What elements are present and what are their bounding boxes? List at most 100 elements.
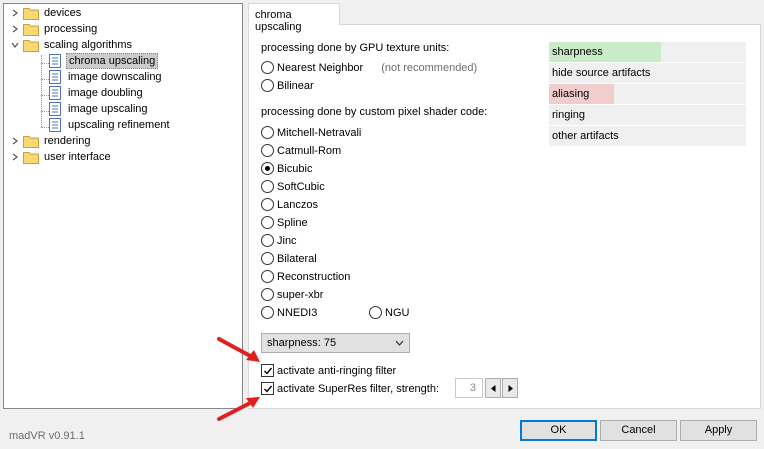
settings-panel: processing done by GPU texture units: Ne… bbox=[248, 24, 761, 409]
radio-indicator[interactable] bbox=[261, 180, 274, 193]
tree-item-label: image downscaling bbox=[68, 71, 162, 83]
radio-softcubic[interactable]: SoftCubic bbox=[261, 180, 325, 193]
tree-connector bbox=[41, 55, 42, 127]
arrow-left-icon bbox=[490, 384, 495, 392]
anti-ringing-checkbox[interactable]: activate anti-ringing filter bbox=[261, 364, 396, 377]
radio-indicator[interactable] bbox=[261, 252, 274, 265]
radio-indicator-selected[interactable] bbox=[261, 162, 274, 175]
radio-bilinear[interactable]: Bilinear bbox=[261, 79, 314, 92]
chevron-down-icon[interactable] bbox=[10, 40, 20, 50]
radio-indicator[interactable] bbox=[261, 270, 274, 283]
radio-label: NNEDI3 bbox=[277, 306, 318, 319]
checkbox-box[interactable] bbox=[261, 364, 274, 377]
strength-decrease-button[interactable] bbox=[485, 378, 501, 398]
radio-catmull-rom[interactable]: Catmull-Rom bbox=[261, 144, 341, 157]
radio-ngu[interactable]: NGU bbox=[369, 306, 409, 319]
folder-icon bbox=[23, 151, 39, 164]
radio-mitchell-netravali[interactable]: Mitchell-Netravali bbox=[261, 126, 361, 139]
radio-indicator[interactable] bbox=[261, 79, 274, 92]
radio-label: super-xbr bbox=[277, 288, 324, 301]
radio-label: Nearest Neighbor bbox=[277, 61, 364, 74]
superres-strength-field[interactable]: 3 bbox=[455, 378, 483, 398]
tab-label: chroma upscaling bbox=[255, 9, 302, 33]
tree-item-image-doubling[interactable]: image doubling bbox=[49, 85, 145, 101]
radio-nearest-neighbor[interactable]: Nearest Neighbor (not recommended) bbox=[261, 61, 477, 74]
radio-bilateral[interactable]: Bilateral bbox=[261, 252, 317, 265]
tree-item-upscaling-refinement[interactable]: upscaling refinement bbox=[49, 117, 172, 133]
folder-open-icon bbox=[23, 39, 39, 52]
sharpness-dropdown[interactable]: sharpness: 75 bbox=[261, 333, 410, 353]
version-label: madVR v0.91.1 bbox=[9, 430, 85, 442]
shader-section-heading: processing done by custom pixel shader c… bbox=[261, 106, 488, 118]
quality-bar-sharpness: sharpness bbox=[549, 42, 746, 63]
settings-page-icon bbox=[49, 70, 61, 84]
radio-reconstruction[interactable]: Reconstruction bbox=[261, 270, 350, 283]
radio-label: Bilinear bbox=[277, 79, 314, 92]
radio-spline[interactable]: Spline bbox=[261, 216, 308, 229]
chevron-right-icon[interactable] bbox=[10, 152, 20, 162]
not-recommended-note: (not recommended) bbox=[381, 61, 478, 74]
tree-item-scaling-algorithms[interactable]: scaling algorithms bbox=[10, 37, 134, 53]
tree-item-image-upscaling[interactable]: image upscaling bbox=[49, 101, 150, 117]
tree-item-image-downscaling[interactable]: image downscaling bbox=[49, 69, 164, 85]
tree-item-label: upscaling refinement bbox=[68, 119, 170, 131]
tab-chroma-upscaling[interactable]: chroma upscaling bbox=[248, 3, 340, 33]
radio-bicubic[interactable]: Bicubic bbox=[261, 162, 312, 175]
settings-page-icon bbox=[49, 102, 61, 116]
radio-label: NGU bbox=[385, 306, 410, 319]
settings-page-icon bbox=[49, 54, 61, 68]
chevron-right-icon[interactable] bbox=[10, 24, 20, 34]
radio-lanczos[interactable]: Lanczos bbox=[261, 198, 318, 211]
radio-jinc[interactable]: Jinc bbox=[261, 234, 297, 247]
quality-bar-label: other artifacts bbox=[552, 130, 619, 142]
radio-indicator[interactable] bbox=[261, 61, 274, 74]
tree-item-devices[interactable]: devices bbox=[10, 5, 83, 21]
cancel-button[interactable]: Cancel bbox=[600, 420, 677, 441]
radio-indicator[interactable] bbox=[261, 144, 274, 157]
annotation-arrow-icon bbox=[217, 337, 260, 362]
chevron-down-icon bbox=[395, 340, 404, 346]
radio-indicator[interactable] bbox=[261, 306, 274, 319]
radio-label: Catmull-Rom bbox=[277, 144, 342, 157]
gpu-section-heading: processing done by GPU texture units: bbox=[261, 42, 450, 54]
radio-indicator[interactable] bbox=[261, 216, 274, 229]
quality-bar-label: hide source artifacts bbox=[552, 67, 651, 79]
radio-indicator[interactable] bbox=[369, 306, 382, 319]
radio-label: Jinc bbox=[277, 234, 297, 247]
radio-super-xbr[interactable]: super-xbr bbox=[261, 288, 323, 301]
quality-bar-label: aliasing bbox=[552, 88, 590, 100]
tree-connector bbox=[41, 79, 49, 80]
tree-connector bbox=[41, 127, 49, 128]
tree-item-label: chroma upscaling bbox=[66, 53, 159, 69]
ok-button[interactable]: OK bbox=[520, 420, 597, 441]
folder-icon bbox=[23, 135, 39, 148]
settings-page-icon bbox=[49, 86, 61, 100]
radio-indicator[interactable] bbox=[261, 198, 274, 211]
tree-item-label: rendering bbox=[44, 135, 91, 147]
settings-tree[interactable]: devices processing scaling algorithms ch… bbox=[3, 3, 243, 409]
chevron-right-icon[interactable] bbox=[10, 136, 20, 146]
quality-indicator-list: sharpness hide source artifacts aliasing… bbox=[549, 42, 746, 147]
radio-indicator[interactable] bbox=[261, 234, 274, 247]
tree-connector bbox=[41, 63, 49, 64]
tree-item-label: scaling algorithms bbox=[44, 39, 133, 51]
radio-indicator[interactable] bbox=[261, 288, 274, 301]
tree-item-processing[interactable]: processing bbox=[10, 21, 99, 37]
tree-item-rendering[interactable]: rendering bbox=[10, 133, 92, 149]
superres-checkbox[interactable]: activate SuperRes filter, strength: bbox=[261, 382, 439, 395]
tree-connector bbox=[41, 95, 49, 96]
folder-icon bbox=[23, 23, 39, 36]
tree-item-user-interface[interactable]: user interface bbox=[10, 149, 113, 165]
chevron-right-icon[interactable] bbox=[10, 8, 20, 18]
strength-increase-button[interactable] bbox=[502, 378, 518, 398]
tree-item-chroma-upscaling[interactable]: chroma upscaling bbox=[49, 53, 159, 69]
radio-nnedi3[interactable]: NNEDI3 bbox=[261, 306, 317, 319]
radio-label: Reconstruction bbox=[277, 270, 351, 283]
radio-label: Mitchell-Netravali bbox=[277, 126, 362, 139]
radio-indicator[interactable] bbox=[261, 126, 274, 139]
quality-bar-label: ringing bbox=[552, 109, 586, 121]
apply-button[interactable]: Apply bbox=[680, 420, 757, 441]
quality-bar-aliasing: aliasing bbox=[549, 84, 746, 105]
arrow-right-icon bbox=[508, 384, 513, 392]
radio-label: SoftCubic bbox=[277, 180, 325, 193]
